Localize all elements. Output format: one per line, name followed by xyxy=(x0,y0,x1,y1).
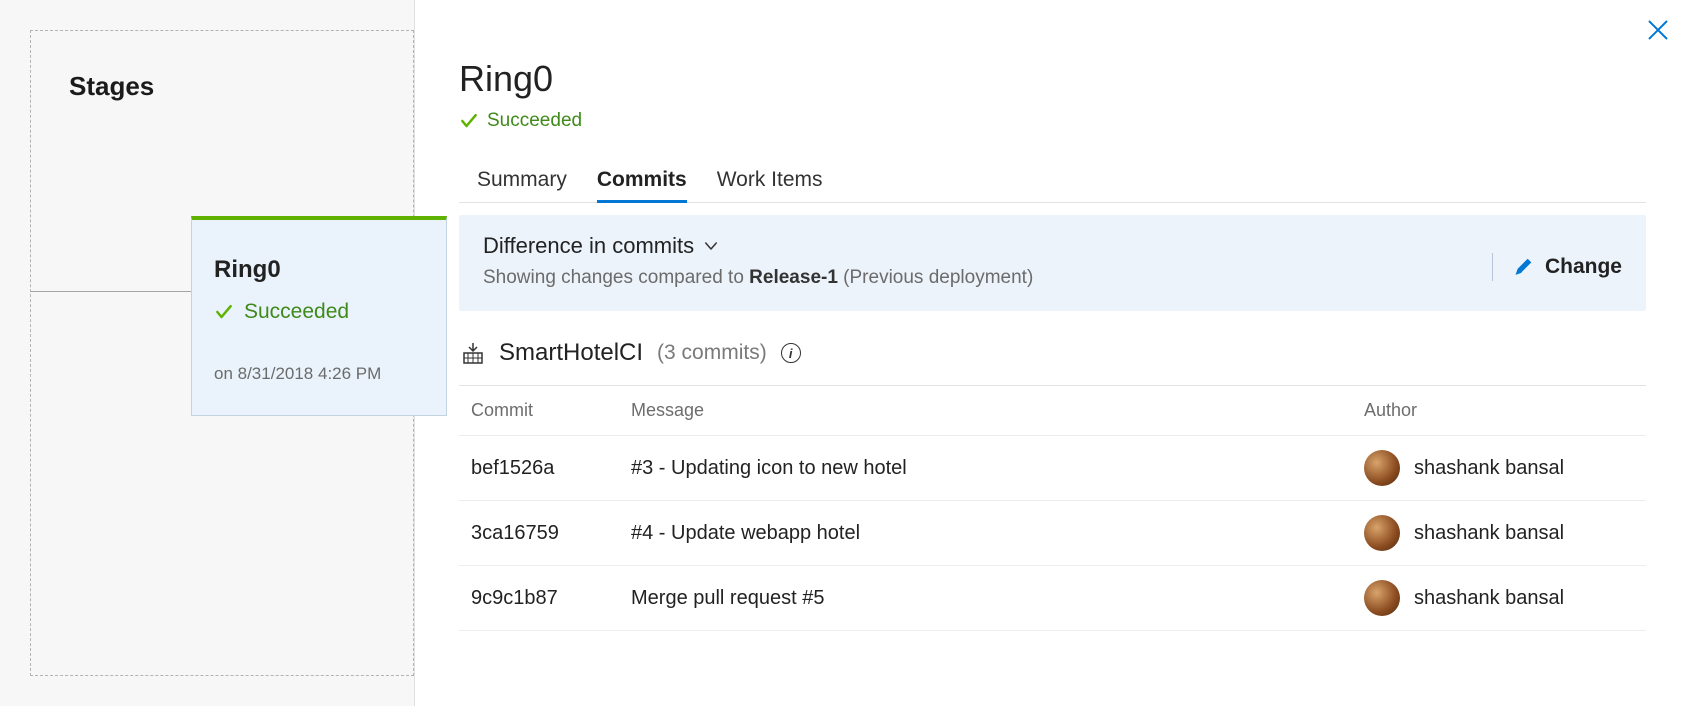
close-icon xyxy=(1646,18,1670,42)
avatar xyxy=(1364,515,1400,551)
commits-table: Commit Message Author bef1526a #3 - Upda… xyxy=(459,385,1646,631)
stage-card-title: Ring0 xyxy=(214,256,424,284)
author-name: shashank bansal xyxy=(1414,522,1564,545)
diff-subtext-prefix: Showing changes compared to xyxy=(483,267,749,288)
commit-author: shashank bansal xyxy=(1364,515,1634,551)
stage-card-ring0[interactable]: Ring0 Succeeded on 8/31/2018 4:26 PM xyxy=(191,216,447,416)
change-button[interactable]: Change xyxy=(1513,255,1622,279)
col-header-message: Message xyxy=(631,400,1364,421)
panel-status: Succeeded xyxy=(459,110,1646,132)
check-icon xyxy=(459,111,479,131)
commit-author: shashank bansal xyxy=(1364,450,1634,486)
pencil-icon xyxy=(1513,256,1535,278)
commit-message: #4 - Update webapp hotel xyxy=(631,522,1364,545)
info-icon[interactable]: i xyxy=(781,343,801,363)
table-row[interactable]: 9c9c1b87 Merge pull request #5 shashank … xyxy=(459,566,1646,631)
stage-connector xyxy=(31,291,191,292)
author-name: shashank bansal xyxy=(1414,587,1564,610)
diff-info: Difference in commits Showing changes co… xyxy=(483,233,1492,289)
change-button-label: Change xyxy=(1545,255,1622,279)
stages-pane: Stages Ring0 Succeeded on 8/31/2018 4:26… xyxy=(0,0,415,706)
close-button[interactable] xyxy=(1646,18,1670,47)
stages-heading: Stages xyxy=(69,71,413,102)
pipeline-canvas: Stages Ring0 Succeeded on 8/31/2018 4:26… xyxy=(30,30,414,676)
check-icon xyxy=(214,302,234,322)
table-header: Commit Message Author xyxy=(459,386,1646,436)
stage-card-status-text: Succeeded xyxy=(244,300,349,324)
avatar xyxy=(1364,580,1400,616)
diff-subtext: Showing changes compared to Release-1 (P… xyxy=(483,267,1492,289)
commit-id: bef1526a xyxy=(471,457,631,480)
avatar xyxy=(1364,450,1400,486)
stage-card-status: Succeeded xyxy=(214,300,424,324)
tab-summary[interactable]: Summary xyxy=(477,162,567,202)
table-row[interactable]: 3ca16759 #4 - Update webapp hotel shasha… xyxy=(459,501,1646,566)
diff-title: Difference in commits xyxy=(483,233,694,259)
build-name: SmartHotelCI xyxy=(499,339,643,367)
tabs: Summary Commits Work Items xyxy=(459,162,1646,203)
commit-message: Merge pull request #5 xyxy=(631,587,1364,610)
author-name: shashank bansal xyxy=(1414,457,1564,480)
diff-dropdown[interactable]: Difference in commits xyxy=(483,233,1492,259)
panel-status-text: Succeeded xyxy=(487,110,582,132)
col-header-author: Author xyxy=(1364,400,1634,421)
diff-subtext-suffix: (Previous deployment) xyxy=(838,267,1033,288)
divider xyxy=(1492,253,1493,281)
tab-commits[interactable]: Commits xyxy=(597,162,687,202)
panel-title: Ring0 xyxy=(459,58,1646,100)
chevron-down-icon xyxy=(702,237,720,255)
artifact-icon xyxy=(461,341,485,365)
build-commit-count: (3 commits) xyxy=(657,341,767,365)
build-artifact-row: SmartHotelCI (3 commits) i xyxy=(459,339,1646,367)
commit-id: 9c9c1b87 xyxy=(471,587,631,610)
diff-banner: Difference in commits Showing changes co… xyxy=(459,215,1646,311)
stage-card-date: on 8/31/2018 4:26 PM xyxy=(214,364,424,384)
commit-message: #3 - Updating icon to new hotel xyxy=(631,457,1364,480)
commit-author: shashank bansal xyxy=(1364,580,1634,616)
commit-id: 3ca16759 xyxy=(471,522,631,545)
table-row[interactable]: bef1526a #3 - Updating icon to new hotel… xyxy=(459,436,1646,501)
detail-panel: Ring0 Succeeded Summary Commits Work Ite… xyxy=(415,0,1690,706)
tab-workitems[interactable]: Work Items xyxy=(717,162,823,202)
diff-actions: Change xyxy=(1492,253,1622,281)
diff-release-name: Release-1 xyxy=(749,267,838,288)
col-header-commit: Commit xyxy=(471,400,631,421)
